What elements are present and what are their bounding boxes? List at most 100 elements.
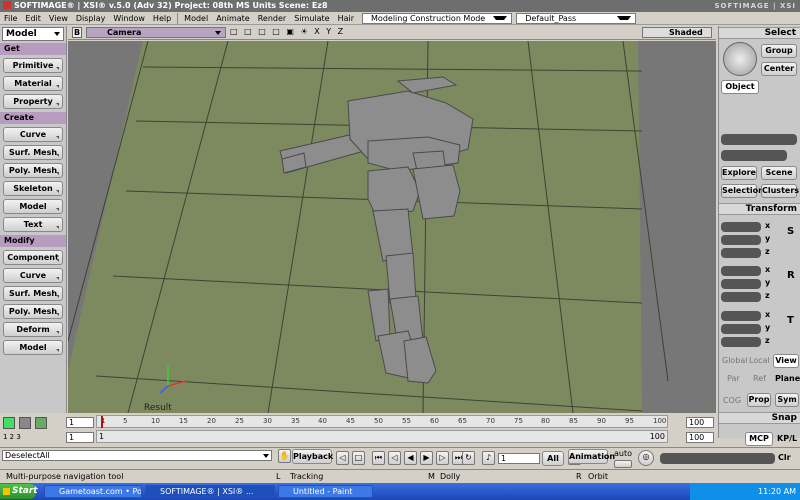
section-get[interactable]: Get xyxy=(0,43,66,55)
translate-label[interactable]: T xyxy=(787,315,794,326)
modify-surf-mesh-button[interactable]: Surf. Mesh xyxy=(3,286,63,301)
current-frame-field[interactable]: 1 xyxy=(498,453,540,464)
scale-y-field[interactable] xyxy=(721,235,761,245)
menu-display[interactable]: Display xyxy=(72,14,110,23)
selection-field[interactable] xyxy=(721,134,797,145)
rotate-label[interactable]: R xyxy=(787,270,795,281)
explore-button[interactable]: Explore xyxy=(721,166,757,180)
material-button[interactable]: Material xyxy=(3,76,63,91)
playback-button[interactable]: Playback xyxy=(292,449,333,464)
audio-icon[interactable]: ♪ xyxy=(482,451,495,465)
selection-button[interactable]: Selection xyxy=(721,184,764,198)
animation-button[interactable]: Animation xyxy=(568,449,615,464)
par-button[interactable]: Par xyxy=(727,374,740,383)
skeleton-button[interactable]: Skeleton xyxy=(3,181,63,196)
global-button[interactable]: Global xyxy=(722,356,748,365)
deform-button[interactable]: Deform xyxy=(3,322,63,337)
create-model-button[interactable]: Model xyxy=(3,199,63,214)
section-create[interactable]: Create xyxy=(0,112,66,124)
ref-button[interactable]: Ref xyxy=(753,374,766,383)
object-button[interactable]: Object xyxy=(721,80,759,94)
section-select[interactable]: Select xyxy=(719,27,800,39)
menu-window[interactable]: Window xyxy=(109,14,149,23)
scale-label[interactable]: S xyxy=(787,226,794,237)
local-button[interactable]: Local xyxy=(749,356,770,365)
rotate-z-field[interactable] xyxy=(721,292,761,302)
rotate-y-field[interactable] xyxy=(721,279,761,289)
timeline-start-field[interactable]: 1 xyxy=(66,417,94,428)
auto-key-label[interactable]: auto xyxy=(614,449,632,458)
rotate-x-field[interactable] xyxy=(721,266,761,276)
create-curve-button[interactable]: Curve xyxy=(3,127,63,142)
menu-animate[interactable]: Animate xyxy=(212,14,254,23)
command-input[interactable]: DeselectAll xyxy=(2,450,272,461)
prop-button[interactable]: Prop xyxy=(747,393,771,407)
sym-button[interactable]: Sym xyxy=(775,393,799,407)
viewport-letter[interactable]: B xyxy=(72,27,82,38)
clock[interactable]: 11:20 AM xyxy=(758,487,796,496)
paint-icon[interactable] xyxy=(35,417,47,429)
text-button[interactable]: Text xyxy=(3,217,63,232)
menu-view[interactable]: View xyxy=(45,14,72,23)
kpl-tab[interactable]: KP/L xyxy=(777,434,797,443)
timeline-end-field[interactable]: 100 xyxy=(686,417,714,428)
menu-help[interactable]: Help xyxy=(149,14,175,23)
section-modify[interactable]: Modify xyxy=(0,235,66,247)
viewport-tools[interactable]: □ □ □ □ ▣ ☀ X Y Z xyxy=(230,27,345,36)
section-snap[interactable]: Snap xyxy=(719,412,800,424)
play-icon[interactable]: ▶ xyxy=(420,451,433,465)
cog-button[interactable]: COG xyxy=(723,396,741,405)
stop-icon[interactable]: □ xyxy=(352,451,365,465)
start-button[interactable]: Start xyxy=(0,484,38,499)
scale-z-field[interactable] xyxy=(721,248,761,258)
tools-icon[interactable] xyxy=(19,417,31,429)
clusters-button[interactable]: Clusters xyxy=(761,184,799,198)
loop-icon[interactable]: ↻ xyxy=(462,451,475,465)
property-button[interactable]: Property xyxy=(3,94,63,109)
timeline-range-bar[interactable]: 1 100 xyxy=(96,430,668,443)
task-gametoast[interactable]: Gametoast.com • Post a ... xyxy=(44,485,142,498)
modify-model-button[interactable]: Model xyxy=(3,340,63,355)
modify-curve-button[interactable]: Curve xyxy=(3,268,63,283)
clear-button[interactable]: Clr xyxy=(778,453,791,462)
previous-key-icon[interactable]: ◁ xyxy=(336,451,349,465)
translate-y-field[interactable] xyxy=(721,324,761,334)
create-surf-mesh-button[interactable]: Surf. Mesh xyxy=(3,145,63,160)
task-softimage[interactable]: SOFTIMAGE® | XSI® ... xyxy=(145,485,275,498)
select-arrow-icon[interactable] xyxy=(723,42,757,76)
shading-select[interactable]: Shaded xyxy=(642,27,712,38)
viewport-layout-label[interactable]: 1 2 3 xyxy=(3,433,21,441)
timeline-start2-field[interactable]: 1 xyxy=(66,432,94,443)
center-button[interactable]: Center xyxy=(761,62,797,76)
hand-icon[interactable]: ✋ xyxy=(278,449,291,463)
timeline-ruler[interactable]: 1 5 10 15 20 25 30 35 40 45 50 55 60 65 70 75 80 85 90 95 10… xyxy=(96,415,668,428)
group-button[interactable]: Group xyxy=(761,44,797,58)
construction-mode-select[interactable]: Modeling Construction Mode xyxy=(362,12,513,24)
translate-x-field[interactable] xyxy=(721,311,761,321)
module-select[interactable]: Model xyxy=(2,27,64,41)
menu-render[interactable]: Render xyxy=(254,14,290,23)
menu-edit[interactable]: Edit xyxy=(21,14,45,23)
mcp-tab[interactable]: MCP xyxy=(745,432,773,446)
selection-field-2[interactable] xyxy=(721,150,787,161)
timeline-end2-field[interactable]: 100 xyxy=(686,432,714,443)
create-poly-mesh-button[interactable]: Poly. Mesh xyxy=(3,163,63,178)
menu-model[interactable]: Model xyxy=(180,14,212,23)
layout-icon[interactable] xyxy=(3,417,15,429)
key-status-icon[interactable]: ◎ xyxy=(638,450,654,466)
menu-simulate[interactable]: Simulate xyxy=(290,14,333,23)
all-button[interactable]: All xyxy=(542,451,564,466)
component-button[interactable]: Component xyxy=(3,250,63,265)
plane-button[interactable]: Plane xyxy=(775,374,800,383)
scale-x-field[interactable] xyxy=(721,222,761,232)
first-frame-icon[interactable]: ⏮ xyxy=(372,451,385,465)
menu-hair[interactable]: Hair xyxy=(334,14,358,23)
next-frame-icon[interactable]: ▷ xyxy=(436,451,449,465)
auto-key-toggle[interactable] xyxy=(614,460,632,468)
section-transform[interactable]: Transform xyxy=(719,203,800,215)
prev-frame-icon[interactable]: ◁ xyxy=(388,451,401,465)
scene-button[interactable]: Scene xyxy=(761,166,797,180)
3d-viewport[interactable] xyxy=(68,41,716,413)
primitive-button[interactable]: Primitive xyxy=(3,58,63,73)
task-paint[interactable]: Untitled - Paint xyxy=(278,485,373,498)
